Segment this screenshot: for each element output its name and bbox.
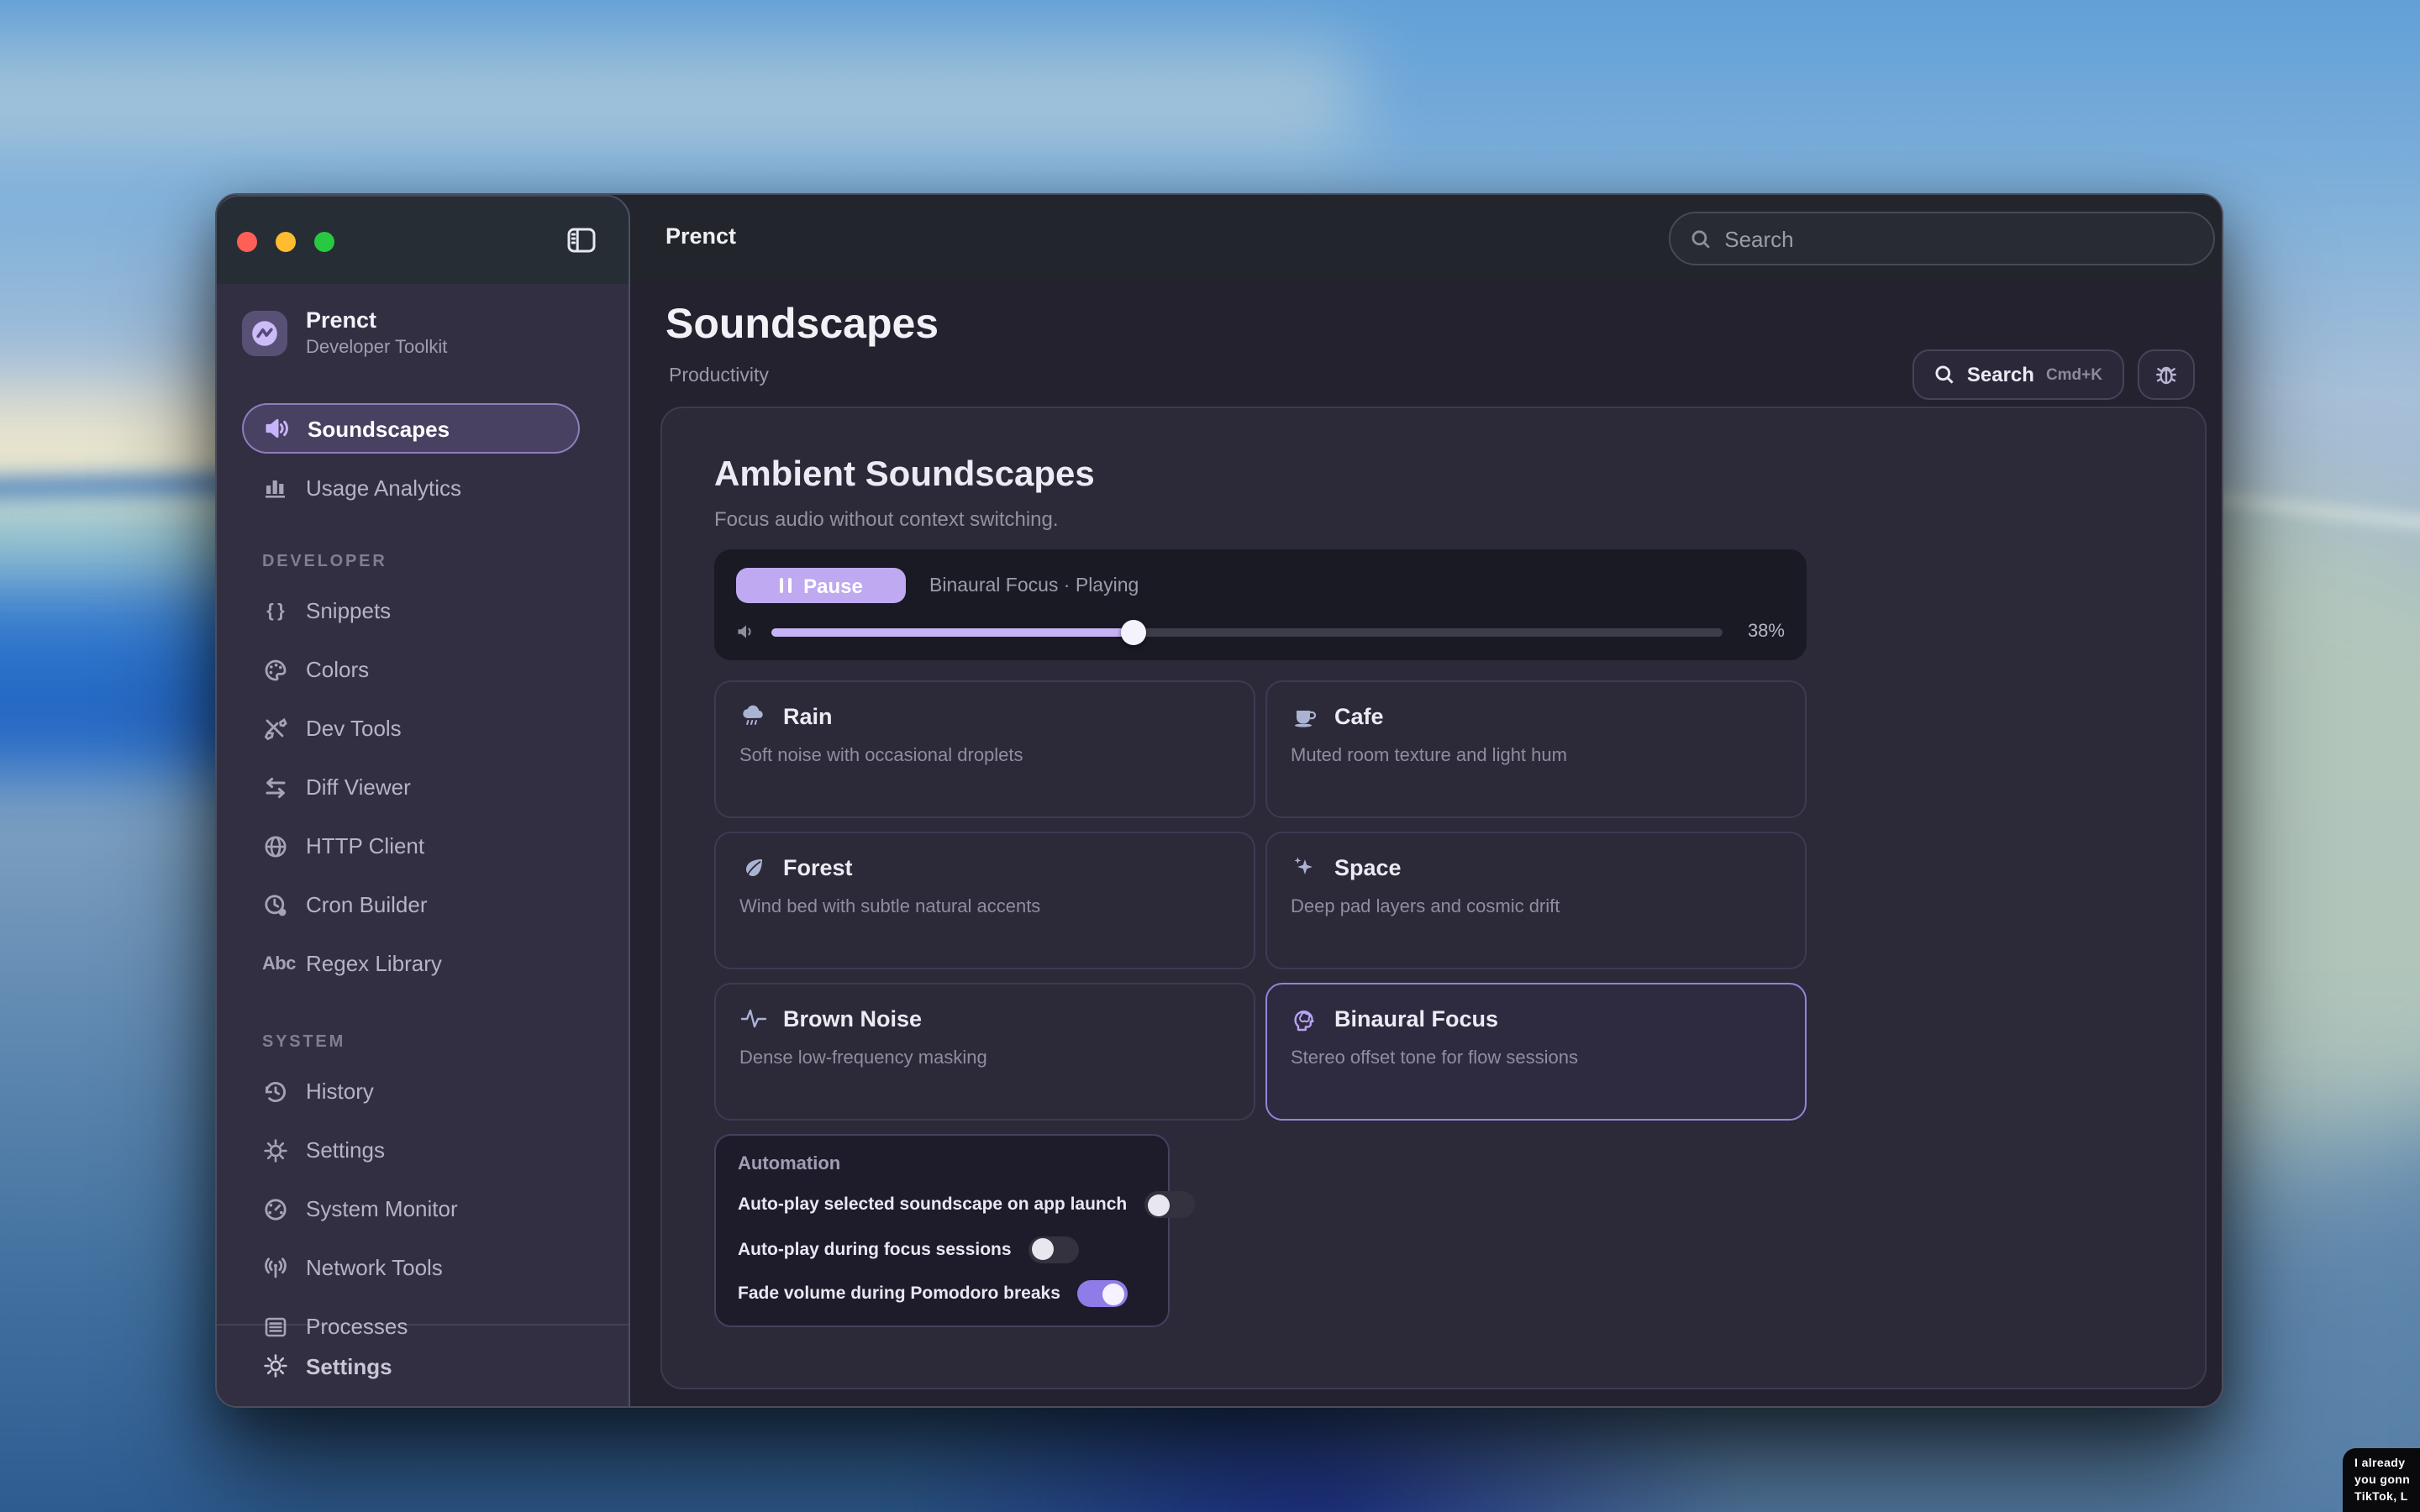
sidebar-item-usage-analytics[interactable]: Usage Analytics <box>242 462 603 512</box>
braces-icon: { } <box>262 601 289 621</box>
soundscape-card-forest[interactable]: Forest Wind bed with subtle natural acce… <box>714 832 1255 969</box>
app-identity: Prenct Developer Toolkit <box>242 307 603 360</box>
sidebar-system-list: History Settings System Monitor Network … <box>242 1062 603 1356</box>
search-shortcut-hint: Cmd+K <box>2046 365 2102 384</box>
ambient-soundscapes-panel: Ambient Soundscapes Focus audio without … <box>660 407 2207 1389</box>
history-icon <box>262 1078 289 1105</box>
app-name: Prenct <box>306 307 447 336</box>
soundscape-grid: Rain Soft noise with occasional droplets… <box>714 680 1807 1121</box>
diff-arrows-icon <box>262 774 289 801</box>
debug-button[interactable] <box>2138 349 2195 400</box>
search-button-label: Search <box>1967 363 2034 386</box>
automation-row: Fade volume during Pomodoro breaks <box>738 1279 1146 1308</box>
volume-fill <box>771 628 1133 636</box>
sidebar-item-colors[interactable]: Colors <box>242 640 603 699</box>
sidebar-item-label: Soundscapes <box>308 416 450 441</box>
search-icon <box>1691 228 1711 249</box>
pause-icon <box>779 578 792 593</box>
app-window: Prenct <box>215 193 2223 1408</box>
sidebar-section-developer: DEVELOPER <box>262 553 603 571</box>
bug-icon <box>2153 361 2180 388</box>
page-search-button[interactable]: Search Cmd+K <box>1913 349 2124 400</box>
zoom-button[interactable] <box>314 231 334 251</box>
coffee-cup-icon <box>1291 702 1319 731</box>
header-controls: Search Cmd+K <box>1913 349 2195 400</box>
screen: Prenct <box>0 0 2420 1512</box>
autoplay-launch-toggle[interactable] <box>1144 1191 1194 1218</box>
sidebar-item-history[interactable]: History <box>242 1062 603 1121</box>
close-button[interactable] <box>237 231 257 251</box>
sidebar-toggle-icon[interactable] <box>565 223 598 257</box>
now-playing-status: Binaural Focus · Playing <box>929 575 1139 596</box>
footer-settings-label: Settings <box>306 1353 392 1378</box>
app-logo-icon <box>242 311 287 356</box>
sidebar-content: Prenct Developer Toolkit Soundscapes Usa… <box>217 307 629 1356</box>
sidebar-section-system: SYSTEM <box>262 1033 603 1052</box>
globe-icon <box>262 832 289 859</box>
video-caption-overlay: I already you gonn TikTok, L <box>2343 1447 2420 1512</box>
sidebar-item-regex-library[interactable]: Abc Regex Library <box>242 934 603 993</box>
antenna-icon <box>262 1254 289 1281</box>
bar-chart-icon <box>262 474 289 501</box>
autoplay-focus-toggle[interactable] <box>1028 1236 1079 1263</box>
sidebar-titlebar <box>217 197 629 284</box>
sidebar-item-diff-viewer[interactable]: Diff Viewer <box>242 758 603 816</box>
volume-thumb[interactable] <box>1121 620 1146 645</box>
search-icon <box>1935 365 1955 385</box>
volume-percent: 38% <box>1738 622 1785 642</box>
soundscape-card-brown-noise[interactable]: Brown Noise Dense low-frequency masking <box>714 983 1255 1121</box>
sidebar-item-snippets[interactable]: { } Snippets <box>242 581 603 640</box>
volume-icon <box>736 622 756 642</box>
minimize-button[interactable] <box>276 231 296 251</box>
player-card: Pause Binaural Focus · Playing <box>714 549 1807 660</box>
main-content: Soundscapes Productivity Search Cmd+K Am… <box>630 282 2222 1406</box>
automation-title: Automation <box>738 1154 1146 1174</box>
waveform-icon <box>739 1005 768 1033</box>
gear-icon <box>262 1137 289 1163</box>
soundscape-card-binaural-focus[interactable]: Binaural Focus Stereo offset tone for fl… <box>1265 983 1807 1121</box>
sidebar-item-http-client[interactable]: HTTP Client <box>242 816 603 875</box>
abc-icon: Abc <box>262 953 289 974</box>
brain-head-icon <box>1291 1005 1319 1033</box>
gear-icon <box>262 1352 289 1379</box>
soundscape-card-cafe[interactable]: Cafe Muted room texture and light hum <box>1265 680 1807 818</box>
traffic-lights <box>237 231 334 251</box>
sidebar-developer-list: { } Snippets Colors Dev Tools Diff Viewe… <box>242 581 603 993</box>
speaker-icon <box>264 415 291 442</box>
clock-icon <box>262 891 289 918</box>
pause-button[interactable]: Pause <box>736 568 906 603</box>
soundscape-card-rain[interactable]: Rain Soft noise with occasional droplets <box>714 680 1255 818</box>
automation-row: Auto-play during focus sessions <box>738 1235 1146 1263</box>
toolbar-app-title: Prenct <box>666 223 736 249</box>
sidebar-item-cron-builder[interactable]: Cron Builder <box>242 875 603 934</box>
panel-title: Ambient Soundscapes <box>714 455 1095 496</box>
page-title: Soundscapes <box>666 301 939 349</box>
sidebar-item-soundscapes[interactable]: Soundscapes <box>242 403 580 454</box>
automation-row: Auto-play selected soundscape on app lau… <box>738 1190 1146 1219</box>
toolbar-search-field[interactable] <box>1669 212 2215 265</box>
sidebar-footer-settings[interactable]: Settings <box>217 1324 629 1406</box>
gauge-icon <box>262 1195 289 1222</box>
rain-cloud-icon <box>739 702 768 731</box>
sparkles-icon <box>1291 853 1319 882</box>
toolbar-search-input[interactable] <box>1724 226 2193 251</box>
soundscape-card-space[interactable]: Space Deep pad layers and cosmic drift <box>1265 832 1807 969</box>
sidebar-item-settings[interactable]: Settings <box>242 1121 603 1179</box>
panel-subtitle: Focus audio without context switching. <box>714 507 1059 531</box>
sidebar: Prenct Developer Toolkit Soundscapes Usa… <box>217 195 630 1406</box>
volume-slider[interactable] <box>771 620 1723 643</box>
fade-pomodoro-toggle[interactable] <box>1077 1280 1128 1307</box>
app-subtitle: Developer Toolkit <box>306 336 447 360</box>
palette-icon <box>262 656 289 683</box>
sidebar-item-network-tools[interactable]: Network Tools <box>242 1238 603 1297</box>
tools-icon <box>262 715 289 742</box>
leaf-icon <box>739 853 768 882</box>
sidebar-item-label: Usage Analytics <box>306 475 461 500</box>
automation-panel: Automation Auto-play selected soundscape… <box>714 1134 1170 1327</box>
sidebar-item-system-monitor[interactable]: System Monitor <box>242 1179 603 1238</box>
page-subtitle: Productivity <box>669 366 769 386</box>
sidebar-item-dev-tools[interactable]: Dev Tools <box>242 699 603 758</box>
